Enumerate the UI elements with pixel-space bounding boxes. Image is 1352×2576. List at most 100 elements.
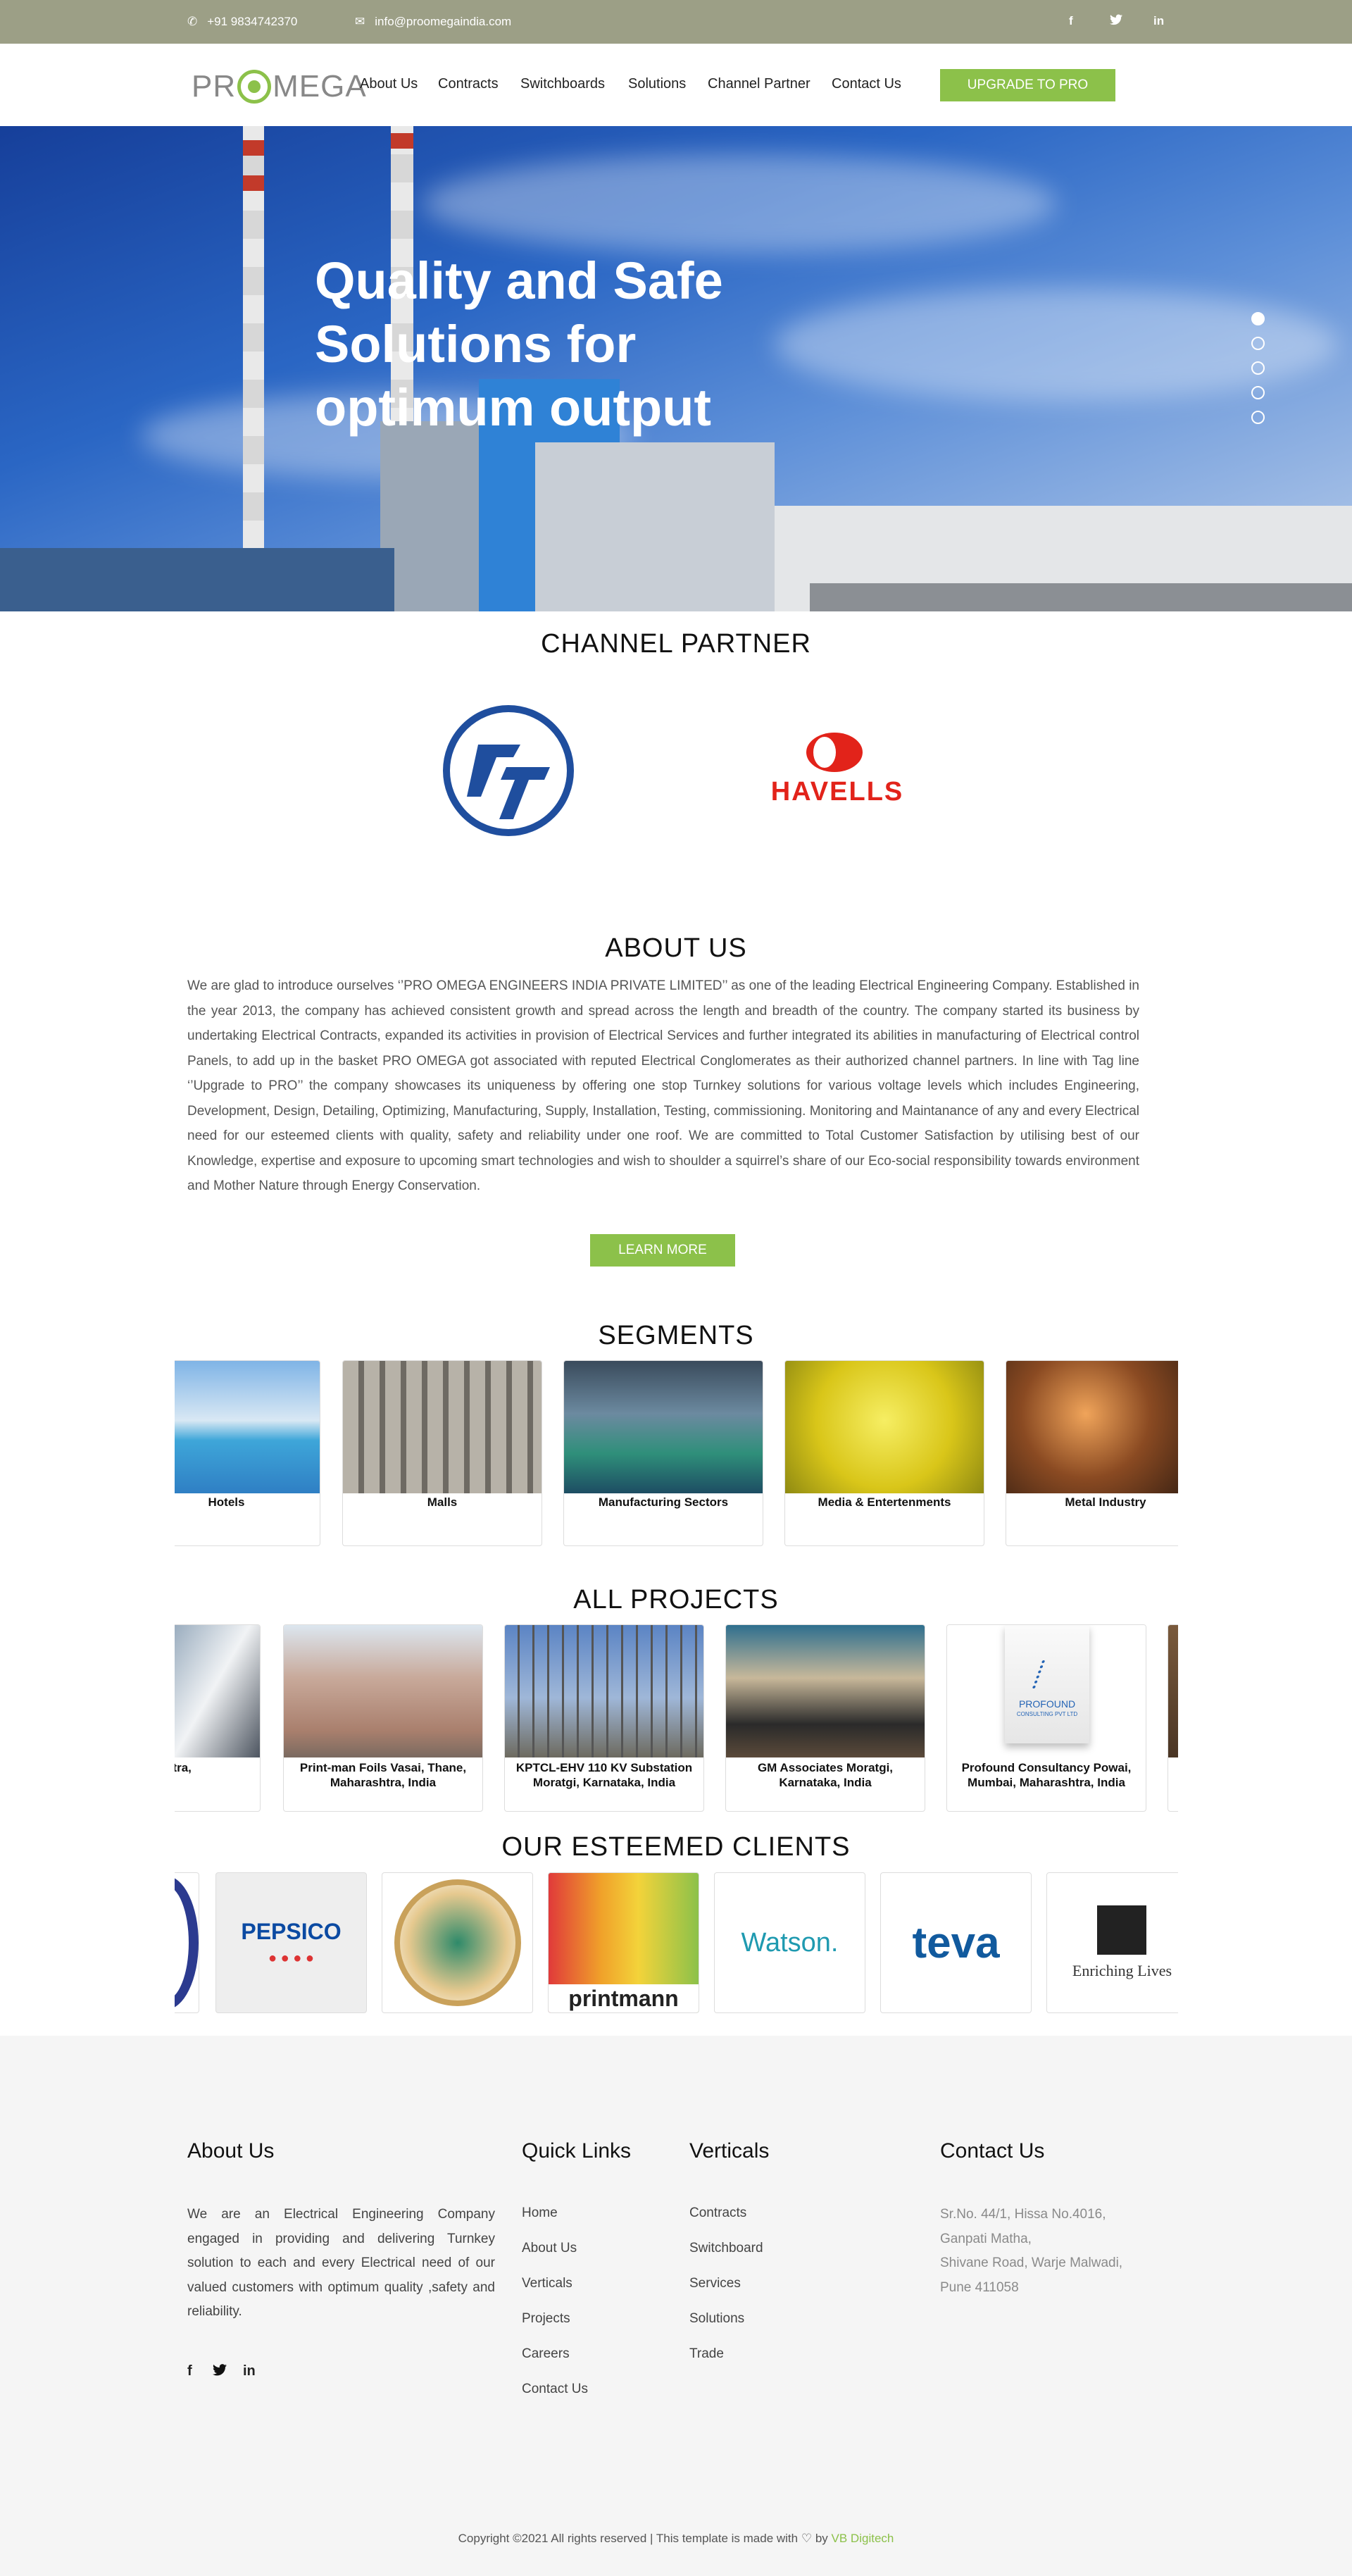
about-us-text: We are glad to introduce ourselves ‘’PRO…: [187, 978, 1139, 1193]
email-address: info@proomegaindia.com: [375, 15, 512, 28]
footer-vertical-solutions[interactable]: Solutions: [689, 2311, 744, 2327]
footer-linkedin-icon[interactable]: in: [243, 2363, 256, 2379]
segment-label: Hotels: [208, 1495, 245, 1509]
phone-contact[interactable]: ✆ +91 9834742370: [187, 15, 297, 29]
project-card-1[interactable]: Maharashtra,a: [175, 1624, 261, 1812]
segment-card-manufacturing[interactable]: Manufacturing Sectors: [563, 1360, 763, 1546]
about-us-title: ABOUT US: [605, 933, 747, 963]
partner-lt-logo[interactable]: [442, 704, 575, 838]
client-emblem-logo[interactable]: [382, 1872, 533, 2013]
segment-image: [1006, 1361, 1178, 1493]
footer-vertical-contracts[interactable]: Contracts: [689, 2205, 746, 2221]
footer-contact-title: Contact Us: [940, 2139, 1045, 2163]
footer-twitter-icon[interactable]: [213, 2364, 227, 2379]
client-pepsico-logo[interactable]: PEPSICO ● ● ● ●: [215, 1872, 367, 2013]
segment-card-hotels[interactable]: Hotels: [175, 1360, 320, 1546]
projects-carousel: Maharashtra,a Print-man Foils Vasai, Tha…: [175, 1624, 1178, 1815]
email-contact[interactable]: ✉ info@proomegaindia.com: [355, 15, 511, 29]
segment-image: [564, 1361, 763, 1493]
segment-image: [175, 1361, 320, 1493]
segment-card-malls[interactable]: Malls: [342, 1360, 542, 1546]
project-card-kptcl[interactable]: KPTCL-EHV 110 KV Substation Moratgi, Karn…: [504, 1624, 704, 1812]
footer-link-contact-us[interactable]: Contact Us: [522, 2382, 588, 2397]
channel-partner-title: CHANNEL PARTNER: [541, 629, 811, 659]
segment-label: Metal Industry: [1065, 1495, 1146, 1509]
segment-image: [343, 1361, 542, 1493]
segments-title: SEGMENTS: [598, 1321, 754, 1350]
slide-dot-4[interactable]: [1251, 386, 1265, 399]
segment-label: Malls: [427, 1495, 458, 1509]
site-logo[interactable]: PR MEGA: [192, 68, 367, 106]
project-card-printman[interactable]: Print-man Foils Vasai, Thane, Maharashtra…: [283, 1624, 483, 1812]
twitter-icon[interactable]: [1110, 14, 1122, 29]
footer-vertical-services[interactable]: Services: [689, 2276, 741, 2291]
teva-wordmark: teva: [912, 1918, 1000, 1967]
havells-wordmark: HAVELLS: [770, 777, 904, 807]
client-watson-logo[interactable]: Watson.: [714, 1872, 865, 2013]
nav-solutions[interactable]: Solutions: [628, 76, 686, 92]
footer-link-careers[interactable]: Careers: [522, 2346, 570, 2362]
project-image: [726, 1625, 925, 1757]
footer-address: Sr.No. 44/1, Hissa No.4016, Ganpati Math…: [940, 2207, 1123, 2295]
segment-image: [785, 1361, 984, 1493]
top-bar: ✆ +91 9834742370 ✉ info@proomegaindia.co…: [0, 0, 1352, 44]
footer-quick-links-title: Quick Links: [522, 2139, 632, 2163]
facebook-icon[interactable]: f: [1069, 14, 1073, 28]
project-caption: Maharashtra,a: [175, 1761, 192, 1774]
linkedin-icon[interactable]: in: [1153, 14, 1164, 28]
nav-switchboards[interactable]: Switchboards: [520, 76, 605, 92]
slide-dot-5[interactable]: [1251, 411, 1265, 424]
main-navigation: PR MEGA About Us Contracts Switchboards …: [0, 44, 1352, 126]
project-image: [1168, 1625, 1178, 1757]
footer-vertical-trade[interactable]: Trade: [689, 2346, 724, 2362]
footer-link-home[interactable]: Home: [522, 2205, 558, 2221]
heart-icon: ♡: [801, 2532, 813, 2545]
upgrade-to-pro-button[interactable]: UPGRADE TO PRO: [940, 69, 1115, 101]
logo-text-left: PR: [192, 69, 237, 104]
slide-dot-2[interactable]: [1251, 337, 1265, 350]
vb-digitech-link[interactable]: VB Digitech: [832, 2532, 894, 2545]
slide-dot-1[interactable]: [1251, 312, 1265, 325]
phone-icon: ✆: [187, 15, 198, 28]
partner-havells-logo[interactable]: HAVELLS: [749, 728, 925, 807]
project-caption: KPTCL-EHV 110 KV Substation Moratgi, Karn…: [515, 1761, 693, 1789]
nav-contact-us[interactable]: Contact Us: [832, 76, 901, 92]
site-footer: About Us We are an Electrical Engineerin…: [0, 2036, 1352, 2576]
hero-banner: Quality and Safe Solutions for optimum o…: [0, 126, 1352, 611]
project-card-gm-associates[interactable]: GM Associates Moratgi, Karnataka, India: [725, 1624, 925, 1812]
project-image: [505, 1625, 703, 1757]
nav-about-us[interactable]: About Us: [360, 76, 418, 92]
footer-link-about-us[interactable]: About Us: [522, 2241, 577, 2256]
enriching-lives-tagline: Enriching Lives: [1072, 1962, 1172, 1979]
client-enriching-lives-logo[interactable]: Enriching Lives: [1046, 1872, 1178, 2013]
printmann-wordmark: printmann: [549, 1984, 699, 2012]
clients-title: OUR ESTEEMED CLIENTS: [501, 1832, 851, 1862]
segment-card-media[interactable]: Media & Entertenments: [784, 1360, 984, 1546]
slide-dot-3[interactable]: [1251, 361, 1265, 375]
footer-link-projects[interactable]: Projects: [522, 2311, 570, 2327]
nav-channel-partner[interactable]: Channel Partner: [708, 76, 810, 92]
segment-label: Media & Entertenments: [818, 1495, 951, 1509]
client-printmann-logo[interactable]: printmann: [548, 1872, 699, 2013]
watson-wordmark: Watson.: [741, 1927, 839, 1958]
footer-vertical-switchboard[interactable]: Switchboard: [689, 2241, 763, 2256]
project-caption: Profound Consultancy Powai, Mumbai, Mahar…: [961, 1761, 1132, 1789]
project-image: PROFOUND CONSULTING PVT LTD: [947, 1625, 1146, 1757]
project-card-next[interactable]: [1168, 1624, 1178, 1812]
logo-text-right: MEGA: [273, 69, 367, 104]
hero-headline: Quality and Safe Solutions for optimum o…: [315, 251, 723, 437]
footer-about-title: About Us: [187, 2139, 275, 2163]
nav-contracts[interactable]: Contracts: [438, 76, 499, 92]
client-teva-logo[interactable]: teva: [880, 1872, 1032, 2013]
segment-card-metal[interactable]: Metal Industry: [1006, 1360, 1178, 1546]
footer-verticals-title: Verticals: [689, 2139, 770, 2163]
footer-facebook-icon[interactable]: f: [187, 2363, 192, 2379]
footer-link-verticals[interactable]: Verticals: [522, 2276, 572, 2291]
project-card-profound[interactable]: PROFOUND CONSULTING PVT LTD Profound Con…: [946, 1624, 1146, 1812]
learn-more-button[interactable]: LEARN MORE: [590, 1234, 735, 1267]
project-image: [175, 1625, 260, 1757]
slider-pagination: [1251, 312, 1265, 435]
project-caption: GM Associates Moratgi, Karnataka, India: [757, 1761, 894, 1789]
client-railway-logo[interactable]: [175, 1872, 199, 2013]
mail-icon: ✉: [355, 15, 365, 28]
